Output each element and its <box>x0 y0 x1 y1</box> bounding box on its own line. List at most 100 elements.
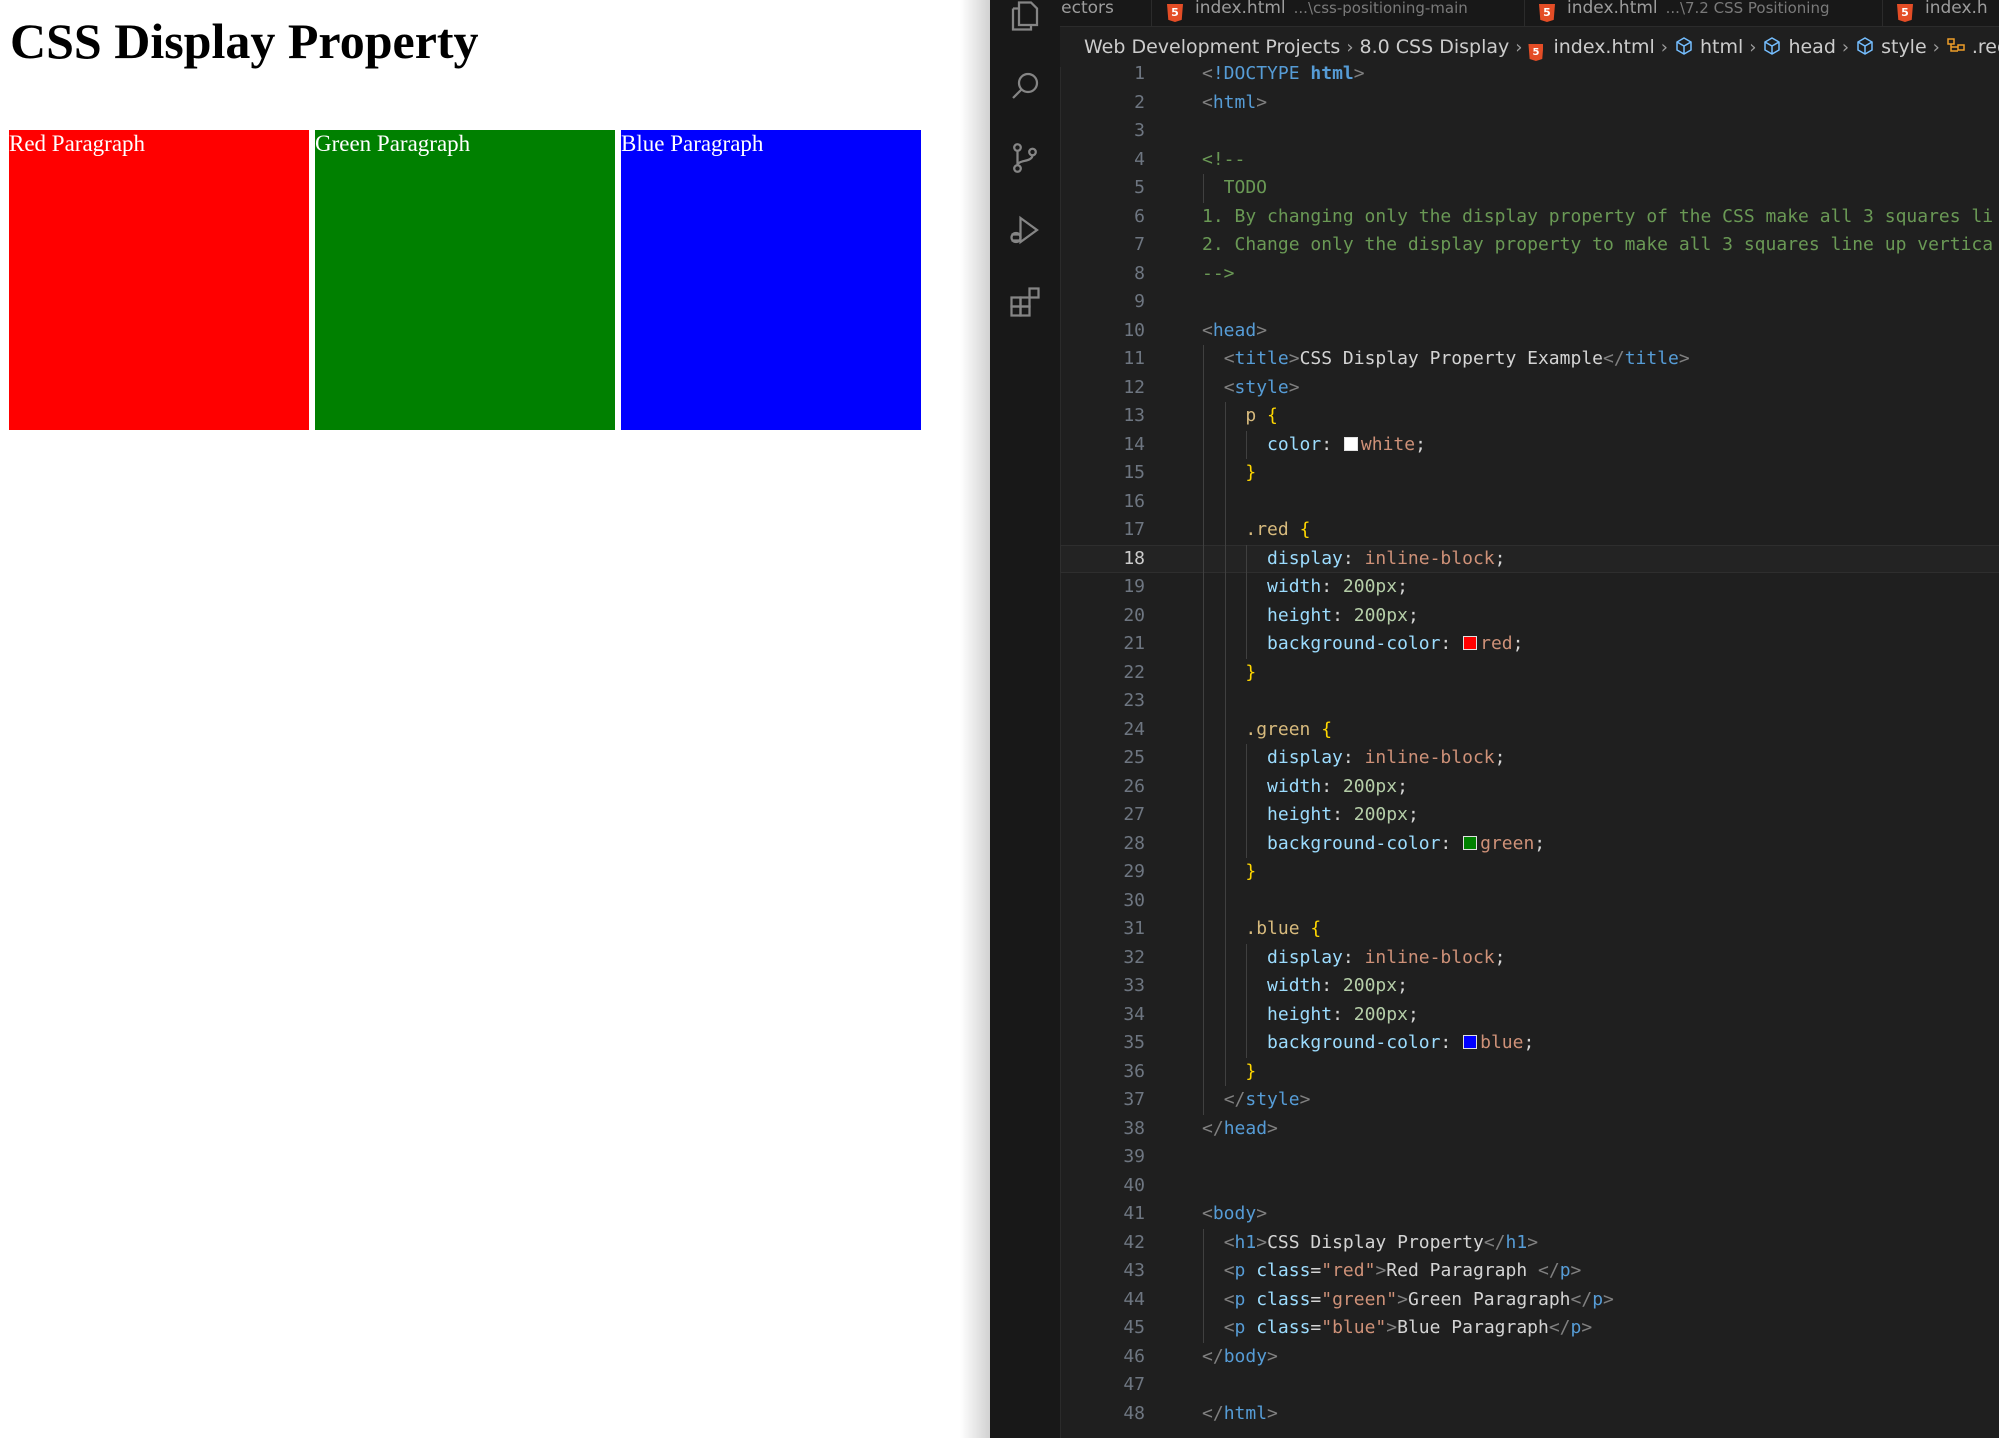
code-token: p <box>1234 1260 1246 1281</box>
code-line[interactable]: 38 </head> <box>1060 1115 1999 1144</box>
line-number: 6 <box>1134 205 1145 227</box>
code-line[interactable]: 6 1. By changing only the display propert… <box>1060 203 1999 232</box>
code-line[interactable]: 2 <html> <box>1060 89 1999 118</box>
code-text: height: 200px; <box>1202 602 1419 631</box>
line-number: 18 <box>1123 547 1145 569</box>
source-control-icon[interactable] <box>1007 140 1043 176</box>
code-token: { <box>1321 718 1333 740</box>
code-token: > <box>1267 1117 1278 1139</box>
line-number: 32 <box>1123 946 1145 968</box>
code-line[interactable]: 29 } <box>1060 858 1999 887</box>
code-line[interactable]: 47 <box>1060 1371 1999 1400</box>
code-line[interactable]: 35 background-color: blue; <box>1060 1029 1999 1058</box>
code-line[interactable]: 46 </body> <box>1060 1343 1999 1372</box>
code-token: : <box>1332 604 1354 626</box>
line-number: 29 <box>1123 861 1145 882</box>
code-token: p <box>1245 405 1257 426</box>
code-line[interactable]: 5 TODO <box>1060 174 1999 203</box>
code-line[interactable]: 25 display: inline-block; <box>1060 744 1999 773</box>
tab-title: index.h <box>1925 0 1988 18</box>
code-line[interactable]: 26 width: 200px; <box>1060 773 1999 802</box>
code-token: h1 <box>1505 1231 1528 1253</box>
code-line[interactable]: 23 <box>1060 687 1999 716</box>
color-swatch-icon[interactable] <box>1463 835 1478 850</box>
color-swatch-icon[interactable] <box>1463 1035 1478 1049</box>
code-token: < <box>1223 1317 1235 1338</box>
line-number: 47 <box>1123 1374 1145 1395</box>
code-text: <!-- <box>1202 146 1245 175</box>
code-token: </ <box>1538 1260 1560 1281</box>
code-editor[interactable]: 1 <!DOCTYPE html> 2 <html> 3 4 <!-- 5 TODO 6 1. B… <box>1060 63 1999 1438</box>
code-line[interactable]: 43 <p class="red">Red Paragraph </p> <box>1060 1257 1999 1286</box>
code-token: head <box>1212 319 1257 341</box>
code-line[interactable]: 3 <box>1060 117 1999 146</box>
run-debug-icon[interactable] <box>1007 212 1043 248</box>
code-token: 200px <box>1342 775 1398 797</box>
code-line[interactable]: 42 <h1>CSS Display Property</h1> <box>1060 1229 1999 1258</box>
code-token: > <box>1353 63 1365 84</box>
explorer-icon[interactable] <box>1007 0 1043 34</box>
code-line[interactable]: 27 height: 200px; <box>1060 801 1999 830</box>
tab-path-hint: ...\7.2 CSS Positioning <box>1665 0 1830 17</box>
code-line[interactable]: 14 color: white; <box>1060 431 1999 460</box>
code-line[interactable]: 48 </html> <box>1060 1400 1999 1429</box>
code-line[interactable]: 31 .blue { <box>1060 915 1999 944</box>
code-line[interactable]: 20 height: 200px; <box>1060 602 1999 631</box>
color-swatch-icon[interactable] <box>1463 636 1478 650</box>
code-line[interactable]: 40 <box>1060 1172 1999 1201</box>
color-swatch-icon[interactable] <box>1343 436 1358 451</box>
code-token: inline-block <box>1364 547 1495 569</box>
code-line[interactable]: 33 width: 200px; <box>1060 972 1999 1001</box>
chevron-right-icon: › <box>1841 37 1850 58</box>
code-line[interactable]: 21 background-color: red; <box>1060 630 1999 659</box>
extensions-icon[interactable] <box>1007 284 1043 320</box>
code-line[interactable]: 1 <!DOCTYPE html> <box>1060 60 1999 89</box>
code-line[interactable]: 17 .red { <box>1060 516 1999 545</box>
code-line[interactable]: 16 <box>1060 488 1999 517</box>
code-line[interactable]: 19 width: 200px; <box>1060 573 1999 602</box>
code-line[interactable]: 7 2. Change only the display property to … <box>1060 231 1999 260</box>
indent-guide <box>1203 345 1204 1115</box>
code-line[interactable]: 41 <body> <box>1060 1200 1999 1229</box>
line-number: 4 <box>1134 148 1145 170</box>
line-number: 33 <box>1123 975 1145 996</box>
activity-bar <box>990 0 1061 1438</box>
code-line[interactable]: 15 } <box>1060 459 1999 488</box>
code-line[interactable]: 10 <head> <box>1060 317 1999 346</box>
code-line[interactable]: 4 <!-- <box>1060 146 1999 175</box>
code-line[interactable]: 30 <box>1060 887 1999 916</box>
tab-index-css-positioning[interactable]: 5 index.html ...\7.2 CSS Positioning <box>1525 0 1883 26</box>
code-line[interactable]: 44 <p class="green">Green Paragraph</p> <box>1060 1286 1999 1315</box>
code-line[interactable]: 8 --> <box>1060 260 1999 289</box>
code-line[interactable]: 36 } <box>1060 1058 1999 1087</box>
code-line[interactable]: 32 display: inline-block; <box>1060 944 1999 973</box>
code-line[interactable]: 18 display: inline-block; <box>1060 544 1999 573</box>
tab-index-partial[interactable]: 5 index.h <box>1883 0 1999 26</box>
code-line[interactable]: 45 <p class="blue">Blue Paragraph</p> <box>1060 1314 1999 1343</box>
code-line[interactable]: 9 <box>1060 288 1999 317</box>
tab-title: index.html <box>1195 0 1286 18</box>
code-line[interactable]: 37 </style> <box>1060 1086 1999 1115</box>
tab-selectors[interactable]: electors <box>1060 0 1152 26</box>
tab-index-css-positioning-main[interactable]: 5 index.html ...\css-positioning-main <box>1153 0 1525 26</box>
code-token: "red" <box>1321 1260 1376 1281</box>
code-token: </ <box>1202 1402 1224 1424</box>
line-number: 7 <box>1134 234 1145 255</box>
line-number: 30 <box>1123 889 1145 911</box>
code-line[interactable]: 11 <title>CSS Display Property Example</… <box>1060 345 1999 374</box>
code-text: </head> <box>1202 1115 1278 1144</box>
search-icon[interactable] <box>1007 68 1043 104</box>
code-token: .green <box>1245 718 1311 740</box>
code-token: </ <box>1603 348 1625 369</box>
code-line[interactable]: 34 height: 200px; <box>1060 1001 1999 1030</box>
code-line[interactable]: 12 <style> <box>1060 374 1999 403</box>
code-line[interactable]: 28 background-color: green; <box>1060 830 1999 859</box>
line-number: 25 <box>1123 747 1145 768</box>
code-line[interactable]: 39 <box>1060 1143 1999 1172</box>
code-line[interactable]: 24 .green { <box>1060 716 1999 745</box>
code-line[interactable]: 22 } <box>1060 659 1999 688</box>
code-line[interactable]: 13 p { <box>1060 402 1999 431</box>
